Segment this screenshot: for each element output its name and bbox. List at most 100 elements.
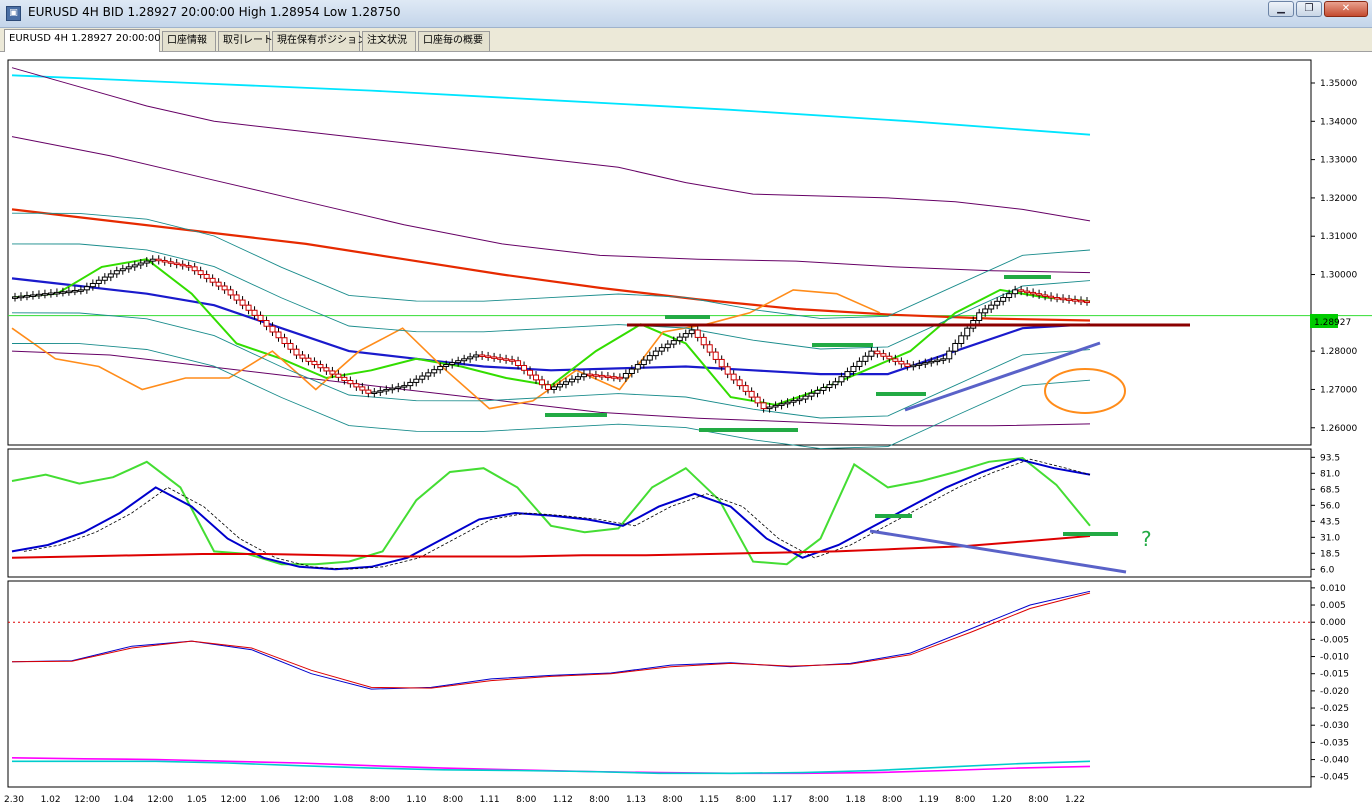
candle-body [407, 381, 414, 387]
candle-body [892, 358, 899, 362]
axis-tick-label: 1.30000 [1320, 271, 1357, 281]
candle-body [377, 390, 384, 393]
axis-tick-label: 93.5 [1320, 453, 1340, 463]
candle-body [922, 362, 929, 365]
candle-body [395, 386, 402, 389]
restore-button[interactable]: ❐ [1296, 1, 1322, 17]
candle-body [784, 401, 791, 405]
candle-body [281, 337, 288, 344]
time-axis-label: 1.06 [260, 795, 280, 805]
candle-body [539, 379, 546, 386]
candle-body [610, 376, 617, 379]
candle-body [934, 359, 941, 363]
candle-body [1000, 297, 1007, 302]
candle-body [23, 295, 30, 298]
candle-body [928, 360, 935, 364]
tab-account-info[interactable]: 口座情報 [162, 31, 216, 51]
tab-chart-eurusd[interactable]: EURUSD 4H 1.28927 20:00:00 [4, 29, 161, 52]
candle-body [185, 265, 192, 268]
axis-tick-label: -0.015 [1320, 670, 1349, 680]
candle-body [329, 370, 336, 375]
candle-body [119, 268, 126, 272]
candle-body [952, 342, 959, 352]
candle-body [311, 360, 318, 366]
tab-trade-rates[interactable]: 取引レート [218, 31, 273, 51]
time-axis-label: 1.13 [626, 795, 646, 805]
minimize-button[interactable]: ▁ [1268, 1, 1294, 17]
time-axis-label: 1.11 [480, 795, 500, 805]
axis-tick-label: 1.31000 [1320, 232, 1357, 242]
axis-tick-label: 1.26000 [1320, 424, 1357, 434]
candle-body [712, 351, 719, 360]
time-axis-label: 8:00 [516, 795, 536, 805]
candle-body [305, 357, 312, 362]
candle-body [431, 369, 438, 374]
close-button[interactable]: ✕ [1324, 1, 1368, 17]
candle-body [1084, 300, 1091, 304]
tab-account-summary[interactable]: 口座毎の概要 [418, 31, 490, 51]
tab-order-status[interactable]: 注文状況 [362, 31, 416, 51]
axis-tick-label: 56.0 [1320, 501, 1340, 511]
candle-body [1048, 295, 1055, 299]
candle-body [868, 350, 875, 357]
tab-strip: EURUSD 4H 1.28927 20:00:00 口座情報 取引レート 現在… [0, 28, 1372, 52]
time-axis-label: 1.04 [114, 795, 134, 805]
time-axis-label: 8:00 [1028, 795, 1048, 805]
candle-body [131, 264, 138, 268]
candle-body [778, 403, 785, 406]
candle-body [413, 378, 420, 383]
time-axis-label: 8:00 [370, 795, 390, 805]
candle-body [622, 372, 629, 379]
candle-body [658, 347, 665, 352]
time-axis-label: 1.05 [187, 795, 207, 805]
candle-body [479, 354, 486, 357]
candle-body [137, 262, 144, 266]
candle-body [1054, 297, 1061, 300]
candle-body [449, 362, 456, 366]
candle-body [808, 392, 815, 397]
candle-body [365, 389, 372, 394]
candle-body [35, 293, 42, 297]
candle-body [155, 258, 162, 262]
candle-body [221, 285, 228, 291]
time-axis-label: 12:00 [221, 795, 247, 805]
candle-body [1066, 298, 1073, 301]
axis-tick-label: 1.32000 [1320, 194, 1357, 204]
candle-body [1018, 289, 1025, 292]
chart-area[interactable]: 1.28927 ? 1.35000 1.34000 1.33000 1.32000 1.… [0, 52, 1372, 808]
time-axis-label: 1.20 [992, 795, 1012, 805]
time-axis-label: 1.15 [699, 795, 719, 805]
candle-body [455, 360, 462, 364]
candle-body [341, 376, 348, 382]
candle-body [167, 261, 174, 264]
candle-body [880, 353, 887, 357]
candle-body [275, 331, 282, 339]
candle-body [862, 355, 869, 362]
axis-tick-label: 68.5 [1320, 485, 1340, 495]
tab-open-positions[interactable]: 現在保有ポジション [272, 31, 367, 51]
time-axis-label: 8:00 [443, 795, 463, 805]
axis-tick-label: 1.34000 [1320, 117, 1357, 127]
candle-body [682, 333, 689, 338]
time-axis-label: 1.19 [919, 795, 939, 805]
time-axis-label: 12:00 [147, 795, 173, 805]
candle-body [401, 385, 408, 388]
app-icon: ▣ [6, 6, 21, 21]
candle-body [371, 391, 378, 395]
candle-body [730, 373, 737, 381]
candle-body [838, 376, 845, 383]
candle-body [359, 386, 366, 391]
time-axis-label: 1.17 [772, 795, 792, 805]
candle-body [179, 263, 186, 267]
candle-body [634, 364, 641, 370]
candle-body [628, 368, 635, 374]
time-axis-label: 1.12 [553, 795, 573, 805]
candle-body [724, 366, 731, 375]
time-axis-label: 1.02 [41, 795, 61, 805]
candle-body [107, 273, 114, 278]
candle-body [754, 396, 761, 404]
candle-body [850, 365, 857, 373]
candle-body [874, 350, 881, 355]
candle-body [197, 270, 204, 276]
candle-body [29, 294, 36, 297]
